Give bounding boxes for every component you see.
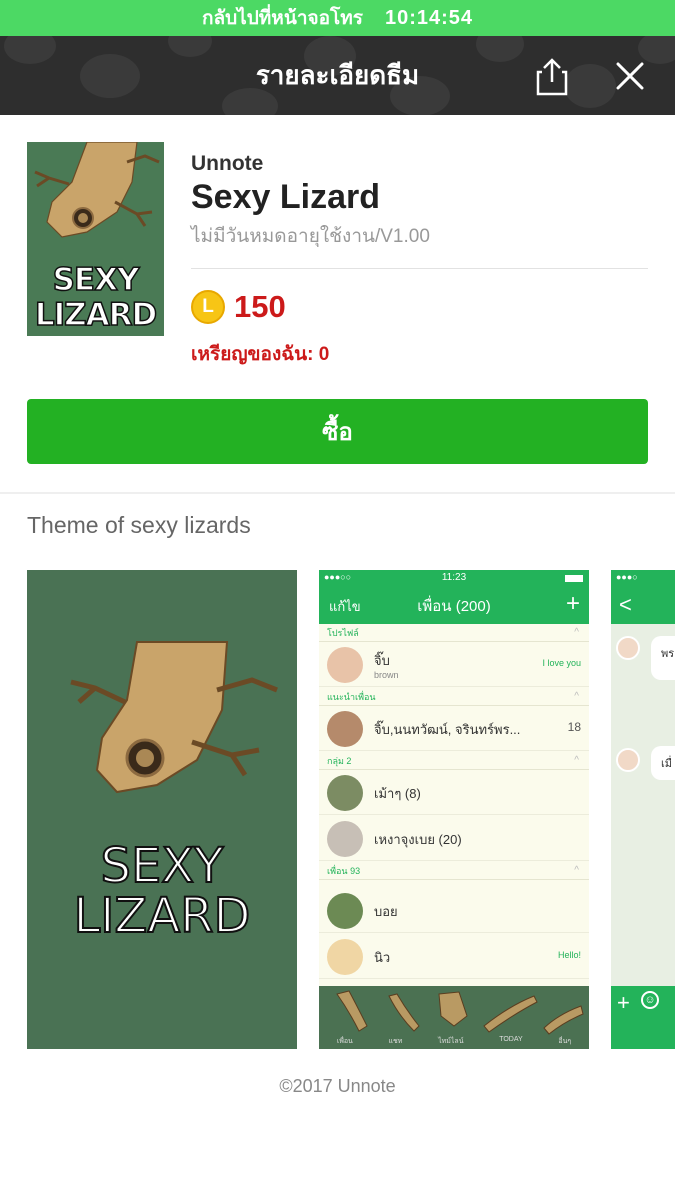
avatar — [327, 939, 363, 975]
preview-cover[interactable]: SEXY LIZARD — [27, 570, 297, 1049]
section-friends: เพื่อน 93 ^ — [319, 862, 589, 880]
signal-icon: ●●●○ — [616, 572, 638, 582]
avatar — [327, 893, 363, 929]
price-row: L 150 — [191, 289, 648, 325]
my-coins: เหรียญของฉัน: 0 — [191, 344, 330, 365]
chat-bubble: เมื่ — [651, 746, 675, 780]
back-arrow-icon: < — [619, 592, 632, 617]
group-name: เหงาจุงเบย (20) — [374, 832, 462, 847]
status-bar[interactable]: กลับไปที่หน้าจอโทร 10:14:54 — [0, 0, 675, 36]
theme-name: Sexy Lizard — [191, 178, 380, 216]
list-item: นิว Hello! — [319, 934, 589, 979]
friend-status: I love you — [542, 658, 581, 668]
friend-name: นิว — [374, 950, 391, 965]
list-item: บอย — [319, 888, 589, 933]
plus-icon: + — [617, 990, 630, 1015]
list-item: จิ๊บ,นนทวัฒน์, จรินทร์พร... 18 — [319, 706, 589, 751]
lizard-illustration — [70, 641, 278, 794]
preview-cover-line2: LIZARD — [73, 887, 252, 945]
avatar — [616, 636, 640, 660]
product-info: Unnote Sexy Lizard ไม่มีวันหมดอายุใช้งาน… — [191, 152, 648, 369]
avatar — [327, 775, 363, 811]
status-time: 10:14:54 — [384, 6, 474, 29]
emoji-icon: ☺ — [641, 991, 659, 1009]
avatar — [327, 711, 363, 747]
price: 150 — [234, 289, 286, 324]
list-item: เม้าๆ (8) — [319, 770, 589, 815]
preview-chat-header: ●●●○ < — [611, 570, 675, 624]
friend-status: Hello! — [557, 950, 581, 960]
avatar — [327, 821, 363, 857]
friend-name: จิ๊บ — [374, 653, 390, 668]
group-name: เม้าๆ (8) — [374, 786, 421, 801]
friend-name: จิ๊บ,นนทวัฒน์, จรินทร์พร... — [374, 722, 521, 737]
avatar — [616, 748, 640, 772]
page-title: รายละเอียดธีม — [255, 60, 420, 90]
divider — [191, 268, 648, 269]
friend-count: 18 — [567, 720, 581, 734]
validity-version: ไม่มีวันหมดอายุใช้งาน/V1.00 — [191, 226, 430, 247]
cover-text-line2: LIZARD — [34, 296, 158, 334]
friend-id: brown — [374, 670, 399, 680]
battery-icon — [565, 575, 583, 582]
product-section: SEXY LIZARD Unnote Sexy Lizard ไม่มีวันห… — [27, 142, 648, 365]
list-item: จิ๊บ brown I love you — [319, 642, 589, 687]
preview-chat-input-bar: + ☺ — [611, 986, 675, 1049]
tab-chats: แชท — [388, 1038, 403, 1045]
header-bar: รายละเอียดธีม — [0, 36, 675, 115]
share-icon[interactable] — [534, 56, 570, 96]
preview-friends-list[interactable]: ●●●○○ 11:23 แก้ไข เพื่อน (200) + โปรไฟล์… — [319, 570, 589, 1049]
coin-icon: L — [191, 290, 225, 324]
tab-today: TODAY — [499, 1036, 523, 1043]
preview-friends-header: ●●●○○ 11:23 แก้ไข เพื่อน (200) + — [319, 570, 589, 624]
preview-time: 11:23 — [441, 572, 467, 583]
author-name[interactable]: Unnote — [191, 152, 648, 176]
cover-text-line1: SEXY — [52, 261, 140, 299]
tab-labels: เพื่อน แชท ไทม์ไลน์ TODAY อื่นๆ — [319, 1036, 589, 1047]
lizard-illustration — [34, 142, 160, 238]
buy-button[interactable]: ซื้อ — [27, 399, 648, 464]
preview-tab-bar: เพื่อน แชท ไทม์ไลน์ TODAY อื่นๆ — [319, 986, 589, 1049]
section-divider — [0, 492, 675, 494]
return-to-call-text[interactable]: กลับไปที่หน้าจอโทร — [202, 3, 363, 33]
theme-description: Theme of sexy lizards — [27, 512, 251, 538]
list-item: เหงาจุงเบย (20) — [319, 816, 589, 861]
tab-more: อื่นๆ — [558, 1038, 572, 1045]
preview-cover-line1: SEXY — [100, 837, 225, 895]
section-suggested: แนะนำเพื่อน ^ — [319, 688, 589, 706]
theme-thumbnail: SEXY LIZARD — [27, 142, 164, 336]
section-profile: โปรไฟล์ ^ — [319, 624, 589, 642]
tab-friends: เพื่อน — [336, 1038, 353, 1045]
close-icon[interactable] — [612, 58, 648, 94]
avatar — [327, 647, 363, 683]
lizard-tab-icons — [336, 990, 584, 1035]
tab-timeline: ไทม์ไลน์ — [438, 1038, 464, 1045]
preview-chat[interactable]: ●●●○ < พร ไป เมื่ + ☺ — [611, 570, 675, 1049]
copyright: ©2017 Unnote — [279, 1076, 396, 1096]
add-icon: + — [565, 590, 580, 617]
section-group: กลุ่ม 2 ^ — [319, 752, 589, 770]
preview-friends-title: เพื่อน (200) — [417, 598, 491, 615]
friend-name: บอย — [374, 904, 398, 919]
chat-bubble: พร ไป — [651, 636, 675, 680]
